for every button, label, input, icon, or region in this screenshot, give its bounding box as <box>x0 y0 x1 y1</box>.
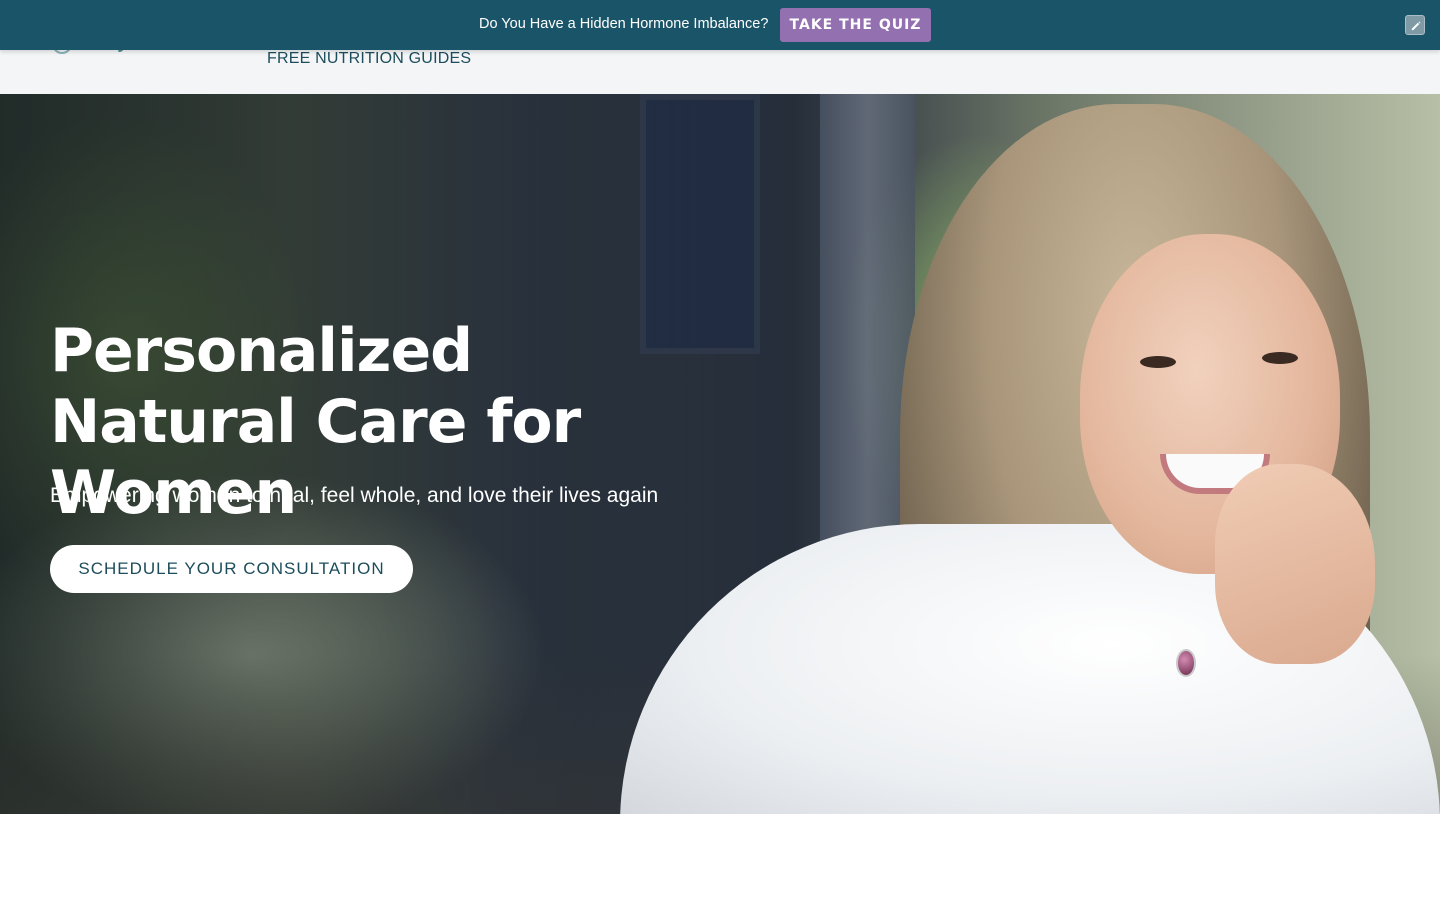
hero-section: Personalized Natural Care for Women Empo… <box>0 94 1440 814</box>
hero-subtitle: Empowering women to heal, feel whole, an… <box>50 484 659 507</box>
portrait-hand <box>1215 464 1375 664</box>
promo-text: Do You Have a Hidden Hormone Imbalance? <box>479 16 769 32</box>
take-quiz-button[interactable]: TAKE THE QUIZ <box>780 8 931 42</box>
portrait-eye-right <box>1262 352 1298 364</box>
portrait-eye-left <box>1140 356 1176 368</box>
portrait-pendant <box>1176 649 1196 677</box>
nav-free-nutrition-guides[interactable]: FREE NUTRITION GUIDES <box>267 50 471 68</box>
hero-bg-door <box>640 94 760 354</box>
schedule-consultation-button[interactable]: SCHEDULE YOUR CONSULTATION <box>50 545 413 593</box>
pencil-icon <box>1411 20 1420 30</box>
promo-bar: Do You Have a Hidden Hormone Imbalance? … <box>0 0 1440 50</box>
edit-button[interactable] <box>1405 15 1425 35</box>
